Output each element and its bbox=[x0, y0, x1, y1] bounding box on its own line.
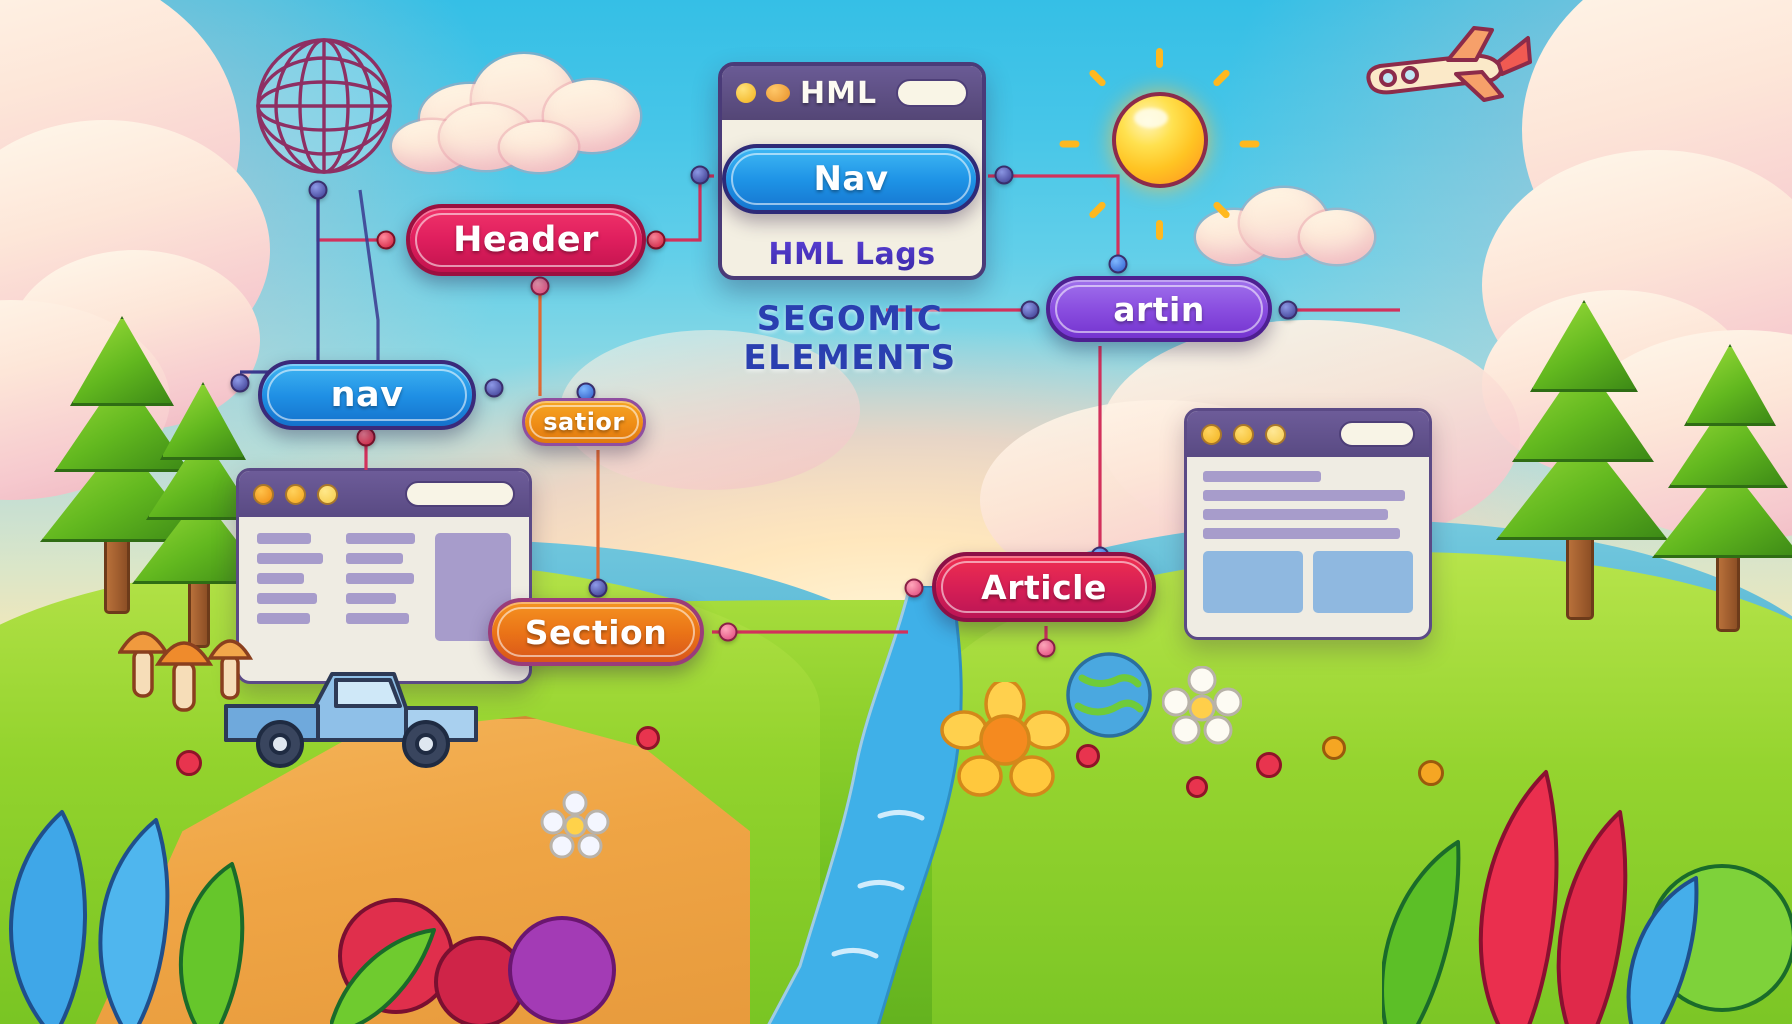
node-satior-label: satior bbox=[543, 408, 625, 436]
mockup-text-lines bbox=[1203, 471, 1413, 539]
connector-dot-nav-left bbox=[230, 373, 250, 393]
node-header-label: Header bbox=[453, 220, 599, 260]
node-nav-label: nav bbox=[330, 375, 404, 415]
hml-titlebar: HML bbox=[722, 66, 982, 120]
node-navtop-label: Nav bbox=[813, 159, 889, 199]
connector-dot-globe bbox=[308, 180, 328, 200]
flower-white bbox=[1161, 665, 1243, 750]
node-satior[interactable]: satior bbox=[522, 398, 646, 446]
berry bbox=[1186, 776, 1208, 798]
mockup-card-2 bbox=[1313, 551, 1413, 613]
connector-dot-navtop-left bbox=[690, 165, 710, 185]
connector-dot-header-left bbox=[376, 230, 396, 250]
tree-right-2 bbox=[1640, 344, 1792, 634]
connector-dot-artin-right bbox=[1278, 300, 1298, 320]
connector-dot-section-top bbox=[588, 578, 608, 598]
center-heading-line-1: SEGOMIC bbox=[756, 299, 944, 339]
node-navtop[interactable]: Nav bbox=[722, 144, 980, 214]
window-dot-1 bbox=[253, 483, 274, 505]
right-browser-mockup bbox=[1184, 408, 1432, 640]
node-article-label: Article bbox=[981, 567, 1107, 607]
mushroom-cluster bbox=[116, 588, 268, 722]
orange-dot-icon bbox=[766, 84, 790, 102]
berry bbox=[1322, 736, 1346, 760]
berry bbox=[176, 750, 202, 776]
mockup-text-column-1 bbox=[257, 533, 332, 641]
window-search-pill bbox=[1339, 421, 1415, 447]
center-heading: SEGOMIC ELEMENTS bbox=[640, 299, 1060, 379]
mockup-card-1 bbox=[1203, 551, 1303, 613]
node-header[interactable]: Header bbox=[406, 204, 646, 276]
flower-small bbox=[540, 790, 610, 864]
window-dot-1 bbox=[1201, 423, 1222, 445]
window-dot-2 bbox=[285, 483, 306, 505]
berry bbox=[1076, 744, 1100, 768]
window-dot-2 bbox=[1233, 423, 1254, 445]
hml-caption: HML Lags bbox=[768, 237, 936, 272]
connector-dot-satior-top bbox=[530, 276, 550, 296]
mockup-titlebar bbox=[239, 471, 529, 517]
window-dot-3 bbox=[317, 483, 338, 505]
berry bbox=[1256, 752, 1282, 778]
node-section[interactable]: Section bbox=[488, 598, 704, 666]
berry bbox=[636, 726, 660, 750]
connector-dot-article-left bbox=[904, 578, 924, 598]
connector-dot-navtop-right bbox=[994, 165, 1014, 185]
window-dot-3 bbox=[1265, 423, 1286, 445]
globe-icon bbox=[250, 28, 398, 188]
connector-dot-nav-bottom bbox=[356, 427, 376, 447]
airplane-icon bbox=[1352, 22, 1532, 132]
flower-large bbox=[940, 678, 1070, 806]
connector-dot-section-right bbox=[718, 622, 738, 642]
yellow-dot-icon bbox=[736, 83, 756, 103]
center-heading-line-2: ELEMENTS bbox=[743, 338, 957, 379]
window-search-pill bbox=[405, 481, 515, 507]
node-artin-label: artin bbox=[1113, 289, 1205, 329]
globe-ball-decor bbox=[1064, 650, 1154, 744]
mockup-content bbox=[239, 517, 529, 657]
node-artin[interactable]: artin bbox=[1046, 276, 1272, 342]
foliage-left bbox=[0, 768, 310, 1024]
mockup-card-row bbox=[1203, 551, 1413, 613]
illustration-scene: HML HML Lags Nav Header artin nav satior… bbox=[0, 0, 1792, 1024]
node-article[interactable]: Article bbox=[932, 552, 1156, 622]
berry bbox=[1418, 760, 1444, 786]
node-section-label: Section bbox=[524, 612, 668, 652]
mockup-content-right bbox=[1187, 457, 1429, 627]
mockup-text-column-2 bbox=[346, 533, 421, 641]
hml-search-pill[interactable] bbox=[896, 79, 968, 107]
hml-window-title: HML bbox=[800, 75, 878, 111]
connector-dot-nav-right bbox=[484, 378, 504, 398]
connector-dot-artin-top bbox=[1108, 254, 1128, 274]
mockup-titlebar-right bbox=[1187, 411, 1429, 457]
foliage-right bbox=[1380, 700, 1792, 1024]
sun-icon bbox=[1059, 48, 1260, 250]
connector-dot-header-right bbox=[646, 230, 666, 250]
node-nav[interactable]: nav bbox=[258, 360, 476, 430]
connector-dot-article-bottom bbox=[1036, 638, 1056, 658]
